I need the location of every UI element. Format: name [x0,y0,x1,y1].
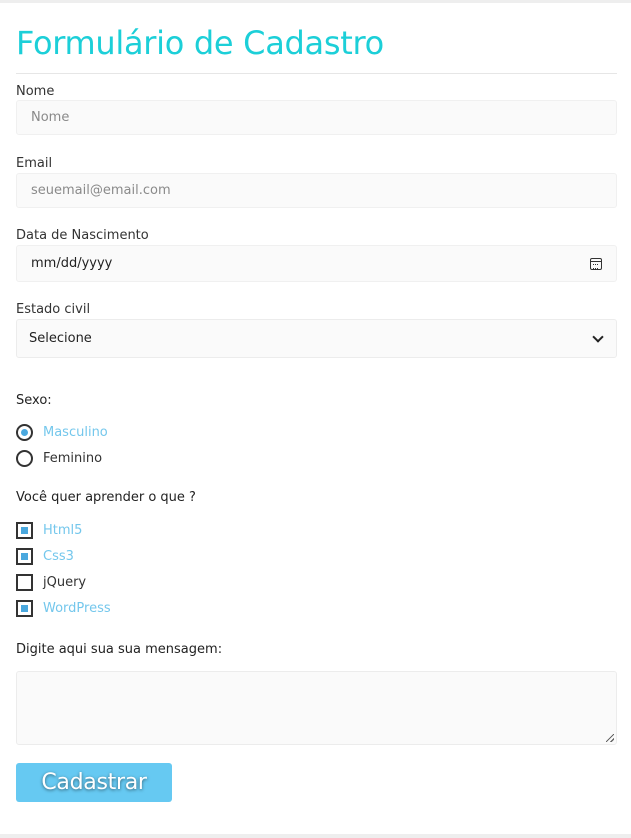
radio-button[interactable] [16,423,33,441]
checkbox[interactable] [16,521,33,539]
resize-handle-icon[interactable] [606,734,614,742]
cadastrar-button[interactable]: Cadastrar [16,763,172,802]
checkbox-label: WordPress [43,600,111,616]
checkbox[interactable] [16,573,33,591]
radio-label: Masculino [43,424,108,440]
mensagem-label: Digite aqui sua sua mensagem: [16,642,223,657]
estado-civil-label: Estado civil [16,302,91,317]
checkbox[interactable] [16,599,33,617]
calendar-icon[interactable] [590,257,602,270]
nascimento-label: Data de Nascimento [16,228,149,243]
radio-masculino[interactable]: Masculino [16,423,108,441]
email-label: Email [16,156,53,171]
checkbox-html5[interactable]: Html5 [16,521,82,539]
checkbox-label: Css3 [43,548,74,564]
registration-form: Formulário de Cadastro Nome Email Data d… [0,3,631,834]
checkbox-label: Html5 [43,522,83,538]
birthdate-input[interactable]: mm/dd/yyyy [16,245,617,282]
radio-feminino[interactable]: Feminino [16,449,102,467]
checkbox-label: jQuery [43,574,87,590]
estado-civil-select[interactable]: Selecione [16,319,617,358]
checkbox[interactable] [16,547,33,565]
radio-label: Feminino [43,450,103,466]
page-title: Formulário de Cadastro [16,24,384,62]
nome-label: Nome [16,84,55,99]
aprender-label: Você quer aprender o que ? [16,490,196,505]
mensagem-textarea[interactable] [16,671,617,745]
checkbox-jquery[interactable]: jQuery [16,573,86,591]
birthdate-value: mm/dd/yyyy [31,256,113,271]
checkbox-css3[interactable]: Css3 [16,547,74,565]
title-divider [16,73,617,74]
radio-button[interactable] [16,449,33,467]
sexo-label: Sexo: [16,393,52,408]
checkbox-wordpress[interactable]: WordPress [16,599,111,617]
estado-civil-selected: Selecione [29,331,92,346]
nome-input[interactable] [16,100,617,135]
chevron-down-icon [592,330,604,343]
email-input[interactable] [16,173,617,208]
